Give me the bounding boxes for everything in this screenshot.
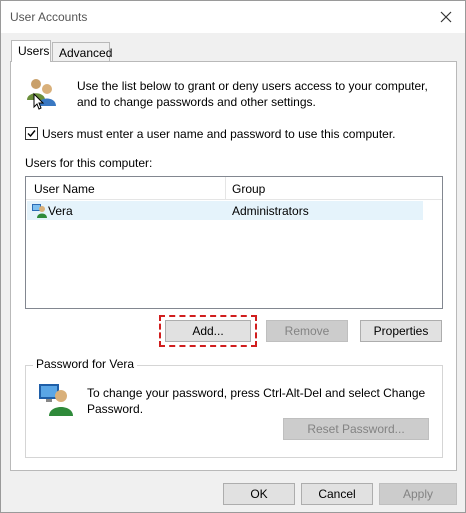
checkmark-icon [27, 130, 36, 138]
users-tab-panel: Use the list below to grant or deny user… [10, 61, 457, 471]
users-list-label: Users for this computer: [25, 156, 153, 170]
table-row[interactable]: Vera Administrators [27, 201, 423, 220]
column-header-group[interactable]: Group [232, 182, 265, 196]
cancel-button[interactable]: Cancel [301, 483, 373, 505]
list-header: User Name Group [26, 177, 442, 200]
require-login-checkbox[interactable] [25, 127, 38, 140]
password-instructions: To change your password, press Ctrl-Alt-… [87, 386, 426, 416]
users-listview[interactable]: User Name Group Vera Administrators [25, 176, 443, 309]
cell-group: Administrators [232, 204, 309, 218]
tab-advanced[interactable]: Advanced [52, 42, 112, 62]
close-button[interactable] [435, 6, 457, 28]
title-bar[interactable]: User Accounts [1, 1, 465, 33]
require-login-label[interactable]: Users must enter a user name and passwor… [42, 127, 396, 141]
add-user-button[interactable]: Add... [165, 320, 251, 342]
reset-password-button[interactable]: Reset Password... [283, 418, 429, 440]
user-icon [32, 204, 47, 218]
close-icon [440, 11, 452, 23]
window-title: User Accounts [10, 10, 88, 24]
user-password-icon [39, 384, 73, 416]
properties-button[interactable]: Properties [360, 320, 442, 342]
tab-users[interactable]: Users [11, 40, 51, 62]
column-divider[interactable] [225, 177, 226, 199]
ok-button[interactable]: OK [223, 483, 295, 505]
intro-text: Use the list below to grant or deny user… [77, 79, 428, 109]
users-group-icon [27, 79, 56, 110]
remove-user-button[interactable]: Remove [266, 320, 348, 342]
user-accounts-window: User Accounts Users Advanced Use the lis… [0, 0, 466, 513]
cell-user-name: Vera [48, 204, 73, 218]
password-group-title: Password for Vera [33, 357, 138, 371]
column-header-user-name[interactable]: User Name [34, 182, 95, 196]
apply-button[interactable]: Apply [379, 483, 457, 505]
